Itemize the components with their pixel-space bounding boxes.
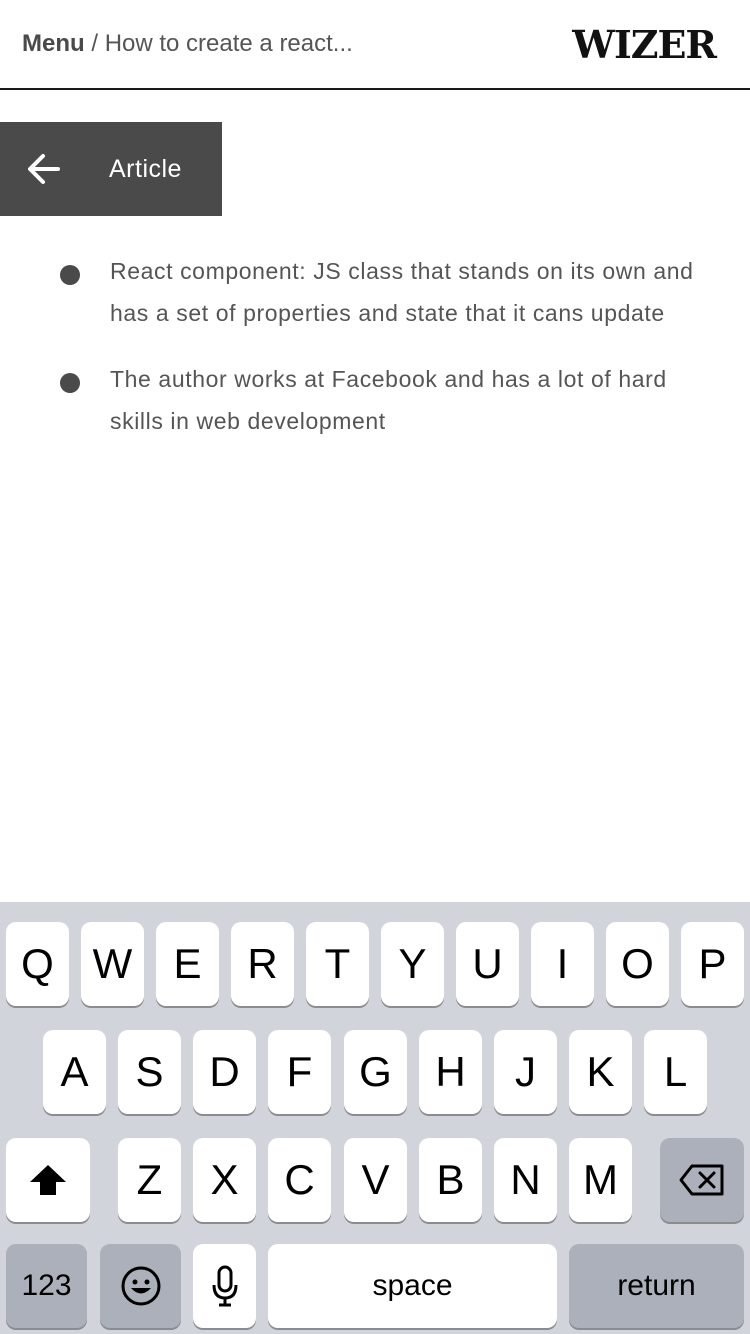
breadcrumb: Menu / How to create a react... bbox=[22, 27, 353, 61]
notes-list: React component: JS class that stands on… bbox=[0, 250, 750, 466]
arrow-left-icon bbox=[28, 154, 60, 184]
key-q[interactable]: Q bbox=[6, 922, 69, 1006]
key-k[interactable]: K bbox=[569, 1030, 632, 1114]
backspace-key[interactable] bbox=[660, 1138, 744, 1222]
key-label: T bbox=[324, 940, 351, 987]
key-g[interactable]: G bbox=[344, 1030, 407, 1114]
key-e[interactable]: E bbox=[156, 922, 219, 1006]
breadcrumb-separator: / bbox=[91, 30, 99, 57]
list-item: React component: JS class that stands on… bbox=[0, 250, 750, 334]
key-label: R bbox=[247, 940, 278, 987]
key-label: Y bbox=[398, 940, 427, 987]
key-label: P bbox=[698, 940, 727, 987]
key-label: L bbox=[663, 1048, 688, 1095]
key-label: N bbox=[510, 1156, 541, 1203]
key-label: S bbox=[135, 1048, 164, 1095]
menu-link[interactable]: Menu bbox=[22, 30, 85, 57]
shift-key[interactable] bbox=[6, 1138, 90, 1222]
key-label: Q bbox=[21, 940, 54, 987]
key-z[interactable]: Z bbox=[118, 1138, 181, 1222]
key-o[interactable]: O bbox=[606, 922, 669, 1006]
list-item: The author works at Facebook and has a l… bbox=[0, 358, 750, 442]
key-label: O bbox=[621, 940, 654, 987]
key-label: W bbox=[92, 940, 133, 987]
key-label: V bbox=[361, 1156, 390, 1203]
key-r[interactable]: R bbox=[231, 922, 294, 1006]
key-label: H bbox=[435, 1048, 466, 1095]
key-l[interactable]: L bbox=[644, 1030, 707, 1114]
emoji-icon bbox=[121, 1266, 160, 1306]
key-i[interactable]: I bbox=[531, 922, 594, 1006]
emoji-key[interactable] bbox=[100, 1244, 181, 1328]
key-label: A bbox=[60, 1048, 89, 1095]
key-h[interactable]: H bbox=[419, 1030, 482, 1114]
return-key[interactable]: return bbox=[569, 1244, 744, 1328]
key-m[interactable]: M bbox=[569, 1138, 632, 1222]
page-title: How to create a react... bbox=[104, 30, 353, 57]
key-label: F bbox=[286, 1048, 313, 1095]
key-label: return bbox=[617, 1269, 696, 1302]
key-label: E bbox=[173, 940, 202, 987]
bullet-icon bbox=[60, 265, 80, 285]
backspace-icon bbox=[679, 1164, 724, 1196]
key-label: M bbox=[583, 1156, 618, 1203]
dictation-key[interactable] bbox=[193, 1244, 256, 1328]
app-header: Menu / How to create a react... WIZER bbox=[0, 0, 750, 90]
key-label: K bbox=[586, 1048, 615, 1095]
key-c[interactable]: C bbox=[268, 1138, 331, 1222]
shift-icon bbox=[30, 1165, 66, 1195]
key-f[interactable]: F bbox=[268, 1030, 331, 1114]
key-w[interactable]: W bbox=[81, 922, 144, 1006]
key-p[interactable]: P bbox=[681, 922, 744, 1006]
key-t[interactable]: T bbox=[306, 922, 369, 1006]
numbers-key[interactable]: 123 bbox=[6, 1244, 87, 1328]
key-j[interactable]: J bbox=[494, 1030, 557, 1114]
key-label: B bbox=[436, 1156, 465, 1203]
space-key[interactable]: space bbox=[268, 1244, 557, 1328]
key-a[interactable]: A bbox=[43, 1030, 106, 1114]
key-y[interactable]: Y bbox=[381, 922, 444, 1006]
key-u[interactable]: U bbox=[456, 922, 519, 1006]
bullet-icon bbox=[60, 373, 80, 393]
note-text: The author works at Facebook and has a l… bbox=[110, 366, 667, 434]
key-n[interactable]: N bbox=[494, 1138, 557, 1222]
key-label: 123 bbox=[21, 1269, 72, 1302]
key-label: space bbox=[372, 1269, 453, 1302]
key-label: D bbox=[209, 1048, 240, 1095]
note-text: React component: JS class that stands on… bbox=[110, 258, 694, 326]
key-label: I bbox=[556, 940, 569, 987]
key-label: X bbox=[210, 1156, 239, 1203]
onscreen-keyboard: Q W E R T Y U I O P A S D F G H J K L Z … bbox=[0, 902, 750, 1334]
key-label: G bbox=[359, 1048, 392, 1095]
back-button-label: Article bbox=[109, 155, 182, 183]
back-to-article-button[interactable]: Article bbox=[0, 122, 222, 216]
microphone-icon bbox=[212, 1265, 237, 1307]
wizer-logo[interactable]: WIZER bbox=[572, 22, 717, 68]
key-s[interactable]: S bbox=[118, 1030, 181, 1114]
key-d[interactable]: D bbox=[193, 1030, 256, 1114]
key-label: C bbox=[284, 1156, 315, 1203]
key-label: J bbox=[515, 1048, 536, 1095]
key-x[interactable]: X bbox=[193, 1138, 256, 1222]
key-label: Z bbox=[136, 1156, 163, 1203]
key-v[interactable]: V bbox=[344, 1138, 407, 1222]
key-b[interactable]: B bbox=[419, 1138, 482, 1222]
key-label: U bbox=[472, 940, 503, 987]
